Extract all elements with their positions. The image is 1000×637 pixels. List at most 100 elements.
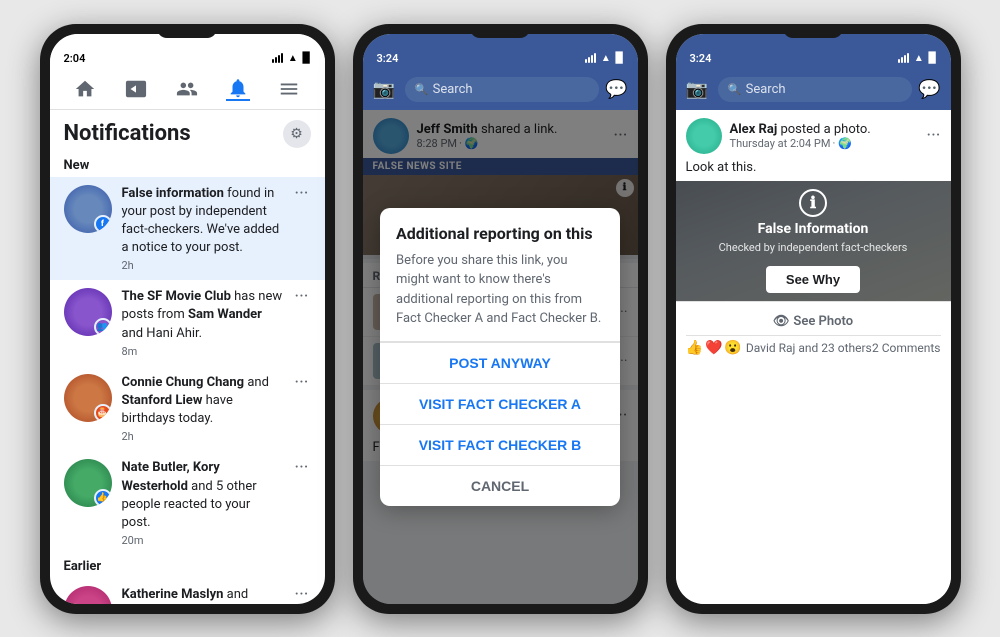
notif-content-birthday: Connie Chung Chang and Stanford Liew hav… — [122, 374, 283, 444]
messenger-icon-2[interactable]: 💬 — [605, 79, 627, 100]
nav-video[interactable] — [124, 77, 148, 101]
nav-home[interactable] — [73, 77, 97, 101]
notif-text-birthday: Connie Chung Chang and Stanford Liew hav… — [122, 374, 283, 429]
notif-text-comment: Katherine Maslyn and James Bennett comme… — [122, 586, 283, 603]
notif-comment[interactable]: 💬 Katherine Maslyn and James Bennett com… — [50, 578, 325, 603]
battery-icon-3: ▉ — [929, 53, 937, 64]
reaction-icons: 👍 ❤️ 😮 — [686, 340, 742, 356]
notifications-title: Notifications — [64, 121, 191, 146]
status-icons-2: ▲ ▉ — [585, 53, 624, 64]
search-icon-3: 🔍 — [728, 83, 742, 96]
battery-icon-1: ▉ — [303, 53, 311, 64]
false-info-overlay: ℹ False Information Checked by independe… — [676, 181, 951, 301]
see-photo-button[interactable]: 👁 See Photo — [686, 308, 941, 336]
reactions-left: 👍 ❤️ 😮 David Raj and 23 others — [686, 340, 872, 356]
notif-more-false-info[interactable]: ··· — [292, 185, 310, 203]
camera-icon-2[interactable]: 📷 — [373, 79, 395, 100]
notif-more-comment[interactable]: ··· — [292, 586, 310, 603]
notif-more-react[interactable]: ··· — [292, 459, 310, 477]
avatar-react: 👍 — [64, 459, 112, 507]
phone-notifications: 2:04 ▲ ▉ — [40, 24, 335, 614]
avatar-alex — [686, 118, 722, 154]
modal-btn-cancel[interactable]: CANCEL — [380, 465, 620, 506]
wifi-icon-2: ▲ — [601, 53, 611, 64]
notif-content-comment: Katherine Maslyn and James Bennett comme… — [122, 586, 283, 603]
notif-content-movie: The SF Movie Club has new posts from Sam… — [122, 288, 283, 358]
avatar-movie: 👥 — [64, 288, 112, 336]
modal-btn-fact-checker-b[interactable]: VISIT FACT CHECKER B — [380, 424, 620, 465]
modal-overlay: Additional reporting on this Before you … — [363, 110, 638, 604]
see-why-button[interactable]: See Why — [766, 266, 860, 293]
phone-notch-1 — [157, 24, 217, 38]
wifi-icon-1: ▲ — [288, 53, 298, 64]
settings-icon[interactable]: ⚙ — [283, 120, 311, 148]
notifications-header: Notifications ⚙ — [50, 110, 325, 154]
status-bar-1: 2:04 ▲ ▉ — [50, 34, 325, 69]
notif-time-false-info: 2h — [122, 259, 283, 272]
phone-notch-3 — [783, 24, 843, 38]
notif-more-movie[interactable]: ··· — [292, 288, 310, 306]
notif-text-react: Nate Butler, Kory Westerhold and 5 other… — [122, 459, 283, 532]
phone-feed-modal: 3:24 ▲ ▉ 📷 🔍 Search 💬 — [353, 24, 648, 614]
post-more-alex[interactable]: ··· — [926, 125, 940, 146]
fb-header-3: 📷 🔍 Search 💬 — [676, 69, 951, 110]
avatar-false-info: f — [64, 185, 112, 233]
nav-notifications[interactable] — [226, 77, 250, 101]
signal-icon-3 — [898, 53, 909, 63]
avatar-birthday: 🎂 — [64, 374, 112, 422]
see-photo-label: See Photo — [793, 314, 853, 329]
notif-birthday[interactable]: 🎂 Connie Chung Chang and Stanford Liew h… — [50, 366, 325, 452]
status-icons-1: ▲ ▉ — [272, 53, 311, 64]
search-icon-2: 🔍 — [415, 83, 429, 96]
post-time-alex: Thursday at 2:04 PM · 🌍 — [730, 137, 919, 150]
status-bar-2: 3:24 ▲ ▉ — [363, 34, 638, 69]
post-action-alex: posted a photo. — [780, 122, 870, 137]
notif-content-react: Nate Butler, Kory Westerhold and 5 other… — [122, 459, 283, 547]
fb-badge: f — [94, 215, 112, 233]
react-badge: 👍 — [94, 489, 112, 507]
reaction-names: David Raj and 23 others — [746, 341, 872, 355]
post-name-alex: Alex Raj posted a photo. — [730, 122, 919, 137]
time-3: 3:24 — [690, 52, 712, 65]
search-bar-3[interactable]: 🔍 Search — [718, 77, 912, 102]
notif-false-info[interactable]: f False information found in your post b… — [50, 177, 325, 281]
notif-time-birthday: 2h — [122, 430, 283, 443]
status-icons-3: ▲ ▉ — [898, 53, 937, 64]
post-text-alex: Look at this. — [676, 158, 951, 181]
messenger-icon-3[interactable]: 💬 — [918, 79, 940, 100]
fb-header-2: 📷 🔍 Search 💬 — [363, 69, 638, 110]
notif-more-birthday[interactable]: ··· — [292, 374, 310, 392]
search-placeholder-3: Search — [746, 82, 786, 97]
birthday-badge: 🎂 — [94, 404, 112, 422]
modal-btn-post-anyway[interactable]: POST ANYWAY — [380, 342, 620, 383]
modal-btn-fact-checker-a[interactable]: VISIT FACT CHECKER A — [380, 383, 620, 424]
avatar-comment: 💬 — [64, 586, 112, 603]
notif-reactions[interactable]: 👍 Nate Butler, Kory Westerhold and 5 oth… — [50, 451, 325, 555]
post-reactions-alex: 👁 See Photo 👍 ❤️ 😮 David Raj and 23 othe… — [676, 301, 951, 362]
notifications-list: New f False information found in your po… — [50, 154, 325, 604]
like-icon: 👍 — [686, 340, 703, 356]
movie-badge: 👥 — [94, 318, 112, 336]
post-meta-alex: Alex Raj posted a photo. Thursday at 2:0… — [730, 122, 919, 150]
post-header-alex: Alex Raj posted a photo. Thursday at 2:0… — [676, 110, 951, 158]
nav-menu[interactable] — [277, 77, 301, 101]
status-bar-3: 3:24 ▲ ▉ — [676, 34, 951, 69]
battery-icon-2: ▉ — [616, 53, 624, 64]
heart-icon: ❤️ — [705, 340, 722, 356]
notif-movie-club[interactable]: 👥 The SF Movie Club has new posts from S… — [50, 280, 325, 366]
false-info-title: False Information — [758, 221, 869, 237]
signal-icon-1 — [272, 53, 283, 63]
section-new: New — [50, 154, 325, 177]
search-placeholder-2: Search — [433, 82, 473, 97]
camera-icon-3[interactable]: 📷 — [686, 79, 708, 100]
phone-notch-2 — [470, 24, 530, 38]
reactions-row: 👍 ❤️ 😮 David Raj and 23 others 2 Comment… — [686, 336, 941, 356]
nav-friends[interactable] — [175, 77, 199, 101]
time-2: 3:24 — [377, 52, 399, 65]
signal-icon-2 — [585, 53, 596, 63]
section-earlier: Earlier — [50, 555, 325, 578]
modal-title: Additional reporting on this — [380, 208, 620, 251]
notif-text-movie: The SF Movie Club has new posts from Sam… — [122, 288, 283, 343]
search-bar-2[interactable]: 🔍 Search — [405, 77, 599, 102]
modal-box: Additional reporting on this Before you … — [380, 208, 620, 506]
